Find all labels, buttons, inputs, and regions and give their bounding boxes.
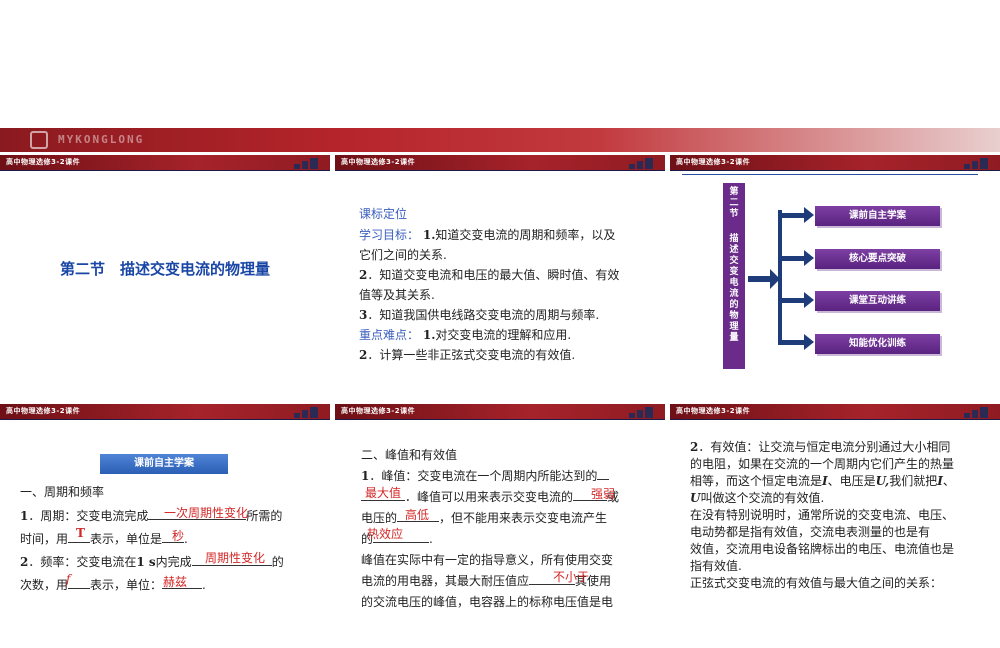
goal-line-1b: 它们之间的关系.: [359, 248, 447, 262]
key-line-2: 2．计算一些非正弦式交变电流的有效值.: [359, 348, 576, 362]
fill-answer: 秒: [172, 529, 185, 543]
eff-line-3: 相等，而这个恒定电流是I、电压是U,我们就把I、: [690, 474, 955, 488]
fill-answer: f: [66, 572, 71, 586]
slide-header: 高中物理选修3-2课件: [0, 155, 330, 171]
fill-answer: 强弱: [591, 487, 616, 501]
slide-thumbnail-4[interactable]: 高中物理选修3-2课件 课前自主学案 一、周期和频率 1．周期：交变电流完成 所需…: [0, 404, 330, 648]
menu-button-2[interactable]: 核心要点突破: [815, 249, 940, 269]
slide-thumbnail-3[interactable]: 高中物理选修3-2课件 第二节 描述交变电流的物理量 课前自主学案 核心要点突破…: [670, 155, 1000, 399]
section-heading: 课标定位: [359, 207, 408, 221]
header-deco-icon: [264, 157, 324, 169]
menu-button-1[interactable]: 课前自主学案: [815, 206, 940, 226]
fill-answer: 不小于: [553, 570, 590, 584]
goal-line-3: 3．知道我国供电线路交变电流的周期与频率.: [359, 308, 600, 322]
fill-answer: T: [76, 526, 85, 540]
fill-answer: 最大值: [365, 486, 402, 500]
tree-connector: [748, 207, 814, 350]
slide-header: 高中物理选修3-2课件: [335, 155, 665, 171]
peak-line-7: 的交流电压的峰值，电容器上的标称电压值是电: [361, 595, 614, 609]
header-text: 高中物理选修3-2课件: [341, 407, 416, 415]
heading: 二、峰值和有效值: [361, 448, 458, 462]
eff-line-7: 效值，交流用电设备铭牌标出的电压、电流值也是: [690, 542, 955, 556]
fill-answer: 赫兹: [163, 575, 188, 589]
eff-line-4: U叫做这个交流的有效值.: [690, 491, 825, 505]
header-deco-icon: [264, 406, 324, 418]
slide-thumbnail-6[interactable]: 高中物理选修3-2课件 2．有效值：让交流与恒定电流分别通过大小相同 的电阻，如…: [670, 404, 1000, 648]
header-deco-icon: [934, 406, 994, 418]
fill-answer: 热效应: [367, 527, 404, 541]
header-text: 高中物理选修3-2课件: [341, 158, 416, 166]
slide-title: 第二节 描述交变电流的物理量: [59, 260, 270, 278]
heading: 一、周期和频率: [20, 485, 105, 499]
header-text: 高中物理选修3-2课件: [6, 158, 81, 166]
eff-line-8: 指有效值.: [690, 559, 742, 573]
slide-header: 高中物理选修3-2课件: [0, 404, 330, 420]
goal-line-2: 2．知道交变电流和电压的最大值、瞬时值、有效: [359, 268, 620, 282]
brand-bar: MYKONGLONG: [0, 128, 1000, 152]
header-deco-icon: [599, 157, 659, 169]
slide-thumbnail-5[interactable]: 高中物理选修3-2课件 二、峰值和有效值 1．峰值：交变电流在一个周期内所能达到…: [335, 404, 665, 648]
fill-answer: 周期性变化: [205, 551, 266, 565]
fill-answer: 一次周期性变化: [164, 506, 249, 520]
eff-line-9: 正弦式交变电流的有效值与最大值之间的关系：: [690, 576, 943, 590]
eff-line-1: 2．有效值：让交流与恒定电流分别通过大小相同: [690, 440, 951, 454]
fill-answer: 高低: [405, 508, 430, 522]
goal-line-1: 学习目标： 1.知道交变电流的周期和频率，以及: [359, 228, 616, 242]
slide-header: 高中物理选修3-2课件: [335, 404, 665, 420]
key-line-1: 重点难点： 1.对交变电流的理解和应用.: [359, 328, 572, 342]
eff-line-5: 在没有特别说明时，通常所说的交变电流、电压、: [690, 508, 955, 522]
header-text: 高中物理选修3-2课件: [676, 407, 751, 415]
slide-thumbnail-1[interactable]: 高中物理选修3-2课件 第二节 描述交变电流的物理量: [0, 155, 330, 399]
eff-line-2: 的电阻，如果在交流的一个周期内它们产生的热量: [690, 457, 955, 471]
header-text: 高中物理选修3-2课件: [6, 407, 81, 415]
slide-thumbnail-2[interactable]: 高中物理选修3-2课件 课标定位 学习目标： 1.知道交变电流的周期和频率，以及…: [335, 155, 665, 399]
menu-button-3[interactable]: 课堂互动讲练: [815, 291, 940, 311]
period-line-2: 时间，用 表示，单位是.: [20, 532, 188, 546]
slide-header: 高中物理选修3-2课件: [670, 404, 1000, 420]
logo-icon: [30, 131, 48, 149]
eff-line-6: 电动势都是指有效值，交流电表测量的也是有: [690, 525, 931, 539]
section-button[interactable]: 课前自主学案: [100, 454, 228, 474]
brand-text: MYKONGLONG: [58, 133, 145, 146]
goal-line-2b: 值等及其关系.: [359, 288, 435, 302]
menu-button-4[interactable]: 知能优化训练: [815, 334, 940, 354]
header-deco-icon: [599, 406, 659, 418]
